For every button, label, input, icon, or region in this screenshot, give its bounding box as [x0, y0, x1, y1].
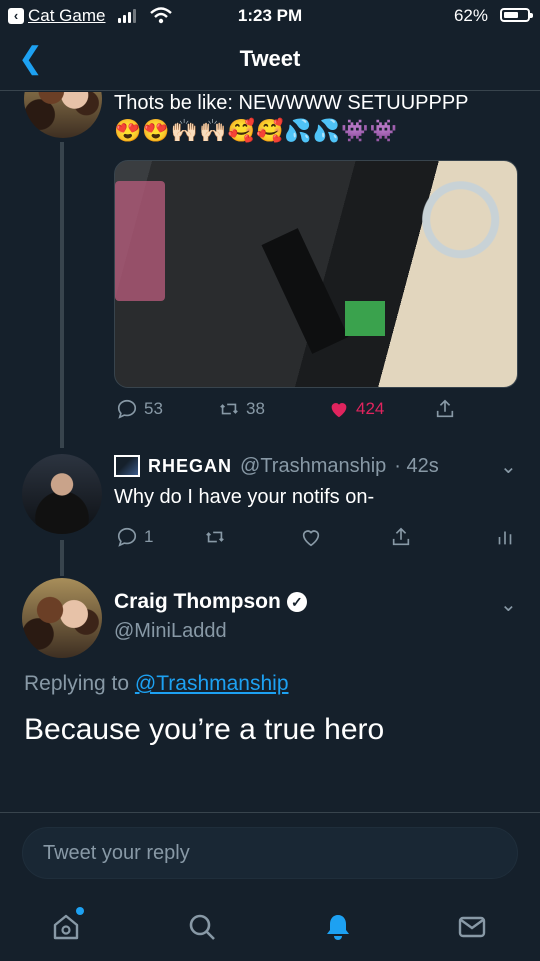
navigation-header: ❮ Tweet: [0, 32, 540, 91]
handle[interactable]: @Trashmanship: [240, 455, 386, 478]
tweet-options-chevron-icon[interactable]: ⌄: [500, 592, 517, 617]
main-tweet-text: Because you’re a true hero: [24, 713, 385, 746]
compose-area: Tweet your reply: [0, 812, 540, 961]
analytics-button[interactable]: [494, 526, 516, 548]
share-icon: [392, 527, 410, 546]
timestamp: · 42s: [394, 454, 439, 477]
heart-filled-icon: [331, 403, 347, 418]
retweet-button[interactable]: 38: [218, 398, 265, 420]
tab-search[interactable]: [182, 907, 222, 947]
display-name-text: Craig Thompson: [114, 590, 281, 613]
reply-count: 1: [144, 527, 154, 546]
retweet-icon: [220, 403, 238, 415]
replying-prefix: Replying to: [24, 672, 130, 695]
share-button[interactable]: [390, 526, 412, 548]
reply-input[interactable]: Tweet your reply: [22, 827, 518, 879]
like-count: 424: [356, 399, 385, 418]
status-bar: ‹ Cat Game 1:23 PM 62%: [0, 0, 540, 32]
reply-icon: [117, 399, 137, 419]
search-icon: [189, 914, 215, 940]
tweet-actions: 1: [0, 526, 540, 556]
replying-handle-link[interactable]: @Trashmanship: [135, 672, 289, 695]
battery-percentage: 62%: [453, 6, 488, 25]
media-detail: [115, 181, 165, 301]
media-detail: [345, 301, 385, 336]
messages-icon: [458, 916, 486, 938]
tab-bar: [0, 901, 540, 957]
tweet-media-image[interactable]: [114, 160, 518, 388]
reply-button[interactable]: 1: [116, 526, 153, 548]
reply-icon: [117, 527, 137, 547]
page-title: Tweet: [239, 46, 301, 71]
avatar[interactable]: [22, 578, 102, 658]
handle[interactable]: @MiniLaddd: [114, 620, 227, 643]
tab-notifications[interactable]: [318, 907, 358, 947]
tweet-actions: 53 38 424: [0, 398, 540, 428]
verified-badge-icon: ✓: [286, 592, 307, 613]
like-button[interactable]: [300, 526, 322, 548]
avatar[interactable]: [22, 454, 102, 534]
like-button[interactable]: 424: [328, 398, 384, 420]
heart-outline-icon: [302, 530, 320, 547]
retweet-count: 38: [246, 399, 265, 418]
new-content-dot: [76, 907, 84, 915]
retweet-button[interactable]: [204, 526, 226, 548]
notifications-icon: [327, 915, 349, 940]
media-detail: [261, 228, 349, 354]
replying-to: Replying to @Trashmanship: [24, 672, 289, 696]
tab-home[interactable]: [46, 907, 86, 947]
tweet-emojis: 😍😍🙌🏻🙌🏻🥰🥰💦💦👾👾: [114, 118, 398, 143]
share-icon: [436, 399, 454, 418]
display-name[interactable]: RHEGAN: [148, 456, 232, 477]
reply-tweet-header: RHEGAN @Trashmanship · 42s: [114, 452, 514, 480]
tweet-text: Thots be like: NEWWWW SETUUPPPP: [114, 92, 469, 114]
analytics-icon: [498, 531, 512, 545]
display-name[interactable]: Craig Thompson ✓: [114, 590, 307, 614]
reply-button[interactable]: 53: [116, 398, 163, 420]
tab-messages[interactable]: [452, 907, 492, 947]
retweet-icon: [206, 531, 224, 543]
reply-count: 53: [144, 399, 163, 418]
home-icon: [53, 914, 79, 940]
tweet-text: Why do I have your notifs on-: [114, 486, 375, 508]
profile-badge-icon: [114, 455, 140, 477]
tweet-options-chevron-icon[interactable]: ⌄: [500, 454, 517, 479]
battery-icon: [500, 8, 533, 22]
share-button[interactable]: [434, 398, 456, 420]
